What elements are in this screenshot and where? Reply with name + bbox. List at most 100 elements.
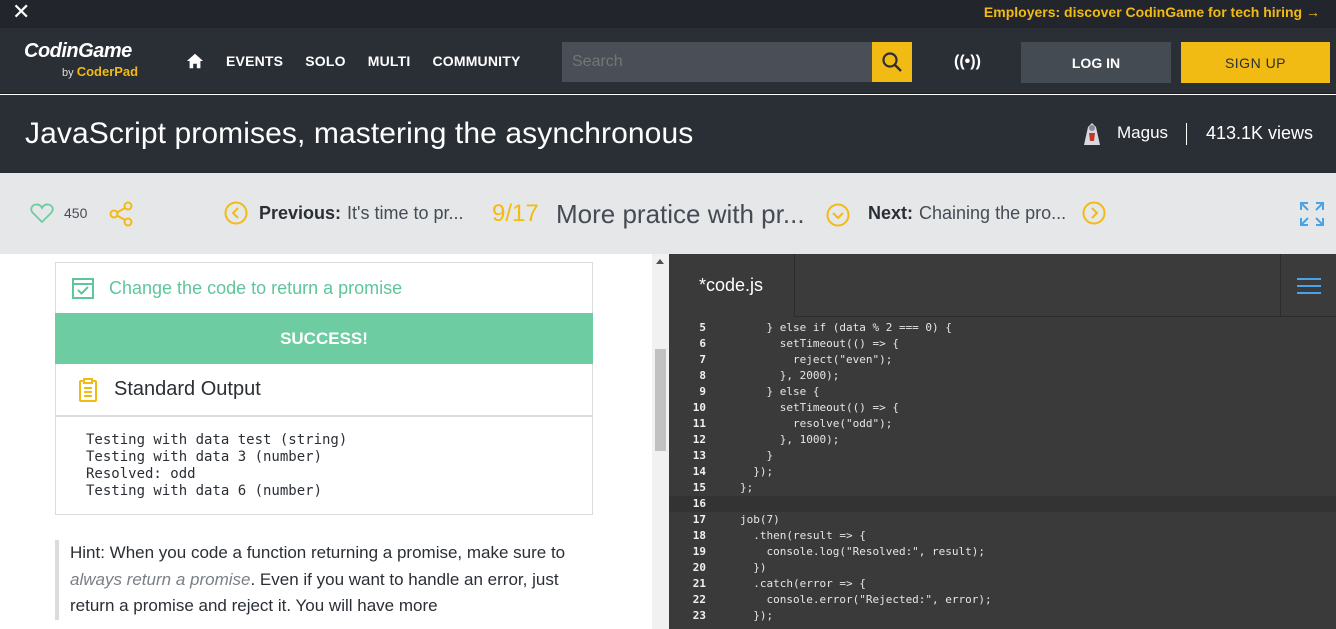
live-broadcast-icon[interactable]: ((•)) (954, 53, 981, 71)
search-input[interactable] (562, 42, 872, 82)
line-code: }); (740, 465, 774, 478)
line-code: console.log("Resolved:", result); (740, 545, 986, 558)
like-count: 450 (64, 205, 88, 221)
search-icon (882, 52, 902, 72)
code-editor[interactable]: *code.js 5 } else if (data % 2 === 0) {6… (669, 254, 1336, 629)
author[interactable]: Magus (1078, 119, 1168, 147)
next-prefix: Next: (868, 202, 914, 223)
next-label: Next: Chaining the pro... (868, 203, 1066, 224)
content-scrollbar[interactable] (652, 254, 669, 629)
search-button[interactable] (872, 42, 912, 82)
line-code: setTimeout(() => { (740, 401, 899, 414)
logo-sub-by: by (62, 67, 74, 79)
line-number: 21 (692, 577, 706, 590)
line-number: 5 (699, 321, 706, 334)
previous-label: Previous: It's time to pr... (259, 203, 464, 224)
line-number: 11 (692, 417, 706, 430)
nav-community[interactable]: COMMUNITY (432, 53, 520, 69)
code-line[interactable]: 22 console.error("Rejected:", error); (669, 592, 1336, 608)
line-code: .then(result => { (740, 529, 866, 542)
logo-main: CodinGame (24, 40, 132, 62)
nav-multi[interactable]: MULTI (368, 53, 411, 69)
line-code: }, 2000); (740, 369, 840, 382)
code-line[interactable]: 21 .catch(error => { (669, 576, 1336, 592)
scroll-up-icon[interactable] (656, 259, 664, 264)
code-line[interactable]: 23 }); (669, 608, 1336, 624)
code-lines[interactable]: 5 } else if (data % 2 === 0) {6 setTimeo… (669, 320, 1336, 624)
fullscreen-icon[interactable] (1298, 200, 1326, 228)
line-number: 16 (692, 497, 706, 510)
code-line[interactable]: 17 job(7) (669, 512, 1336, 528)
line-number: 19 (692, 545, 706, 558)
next-lesson-link[interactable]: Next: Chaining the pro... (868, 201, 1106, 225)
code-line[interactable]: 19 console.log("Resolved:", result); (669, 544, 1336, 560)
nav-solo[interactable]: SOLO (305, 53, 345, 69)
employers-link[interactable]: Employers: discover CodinGame for tech h… (984, 4, 1320, 20)
standard-output-header: Standard Output (55, 364, 593, 416)
task-item: Change the code to return a promise (55, 262, 593, 313)
previous-lesson-link[interactable]: Previous: It's time to pr... (224, 201, 464, 225)
line-code: resolve("odd"); (740, 417, 893, 430)
success-banner: SUCCESS! (55, 313, 593, 364)
logo-sub-brand: CoderPad (76, 64, 139, 79)
tab-code-js[interactable]: *code.js (669, 254, 795, 317)
lesson-counter: 9/17 (492, 200, 539, 227)
line-number: 8 (699, 369, 706, 382)
codingame-logo[interactable]: CodinGame by CoderPad (24, 40, 138, 79)
code-line[interactable]: 20 }) (669, 560, 1336, 576)
line-code: }, 1000); (740, 433, 840, 446)
home-icon[interactable] (186, 52, 204, 70)
line-number: 22 (692, 593, 706, 606)
code-line[interactable]: 10 setTimeout(() => { (669, 400, 1336, 416)
logo-sub: by CoderPad (62, 64, 138, 79)
line-code: }; (740, 481, 754, 494)
playground-title-bar: JavaScript promises, mastering the async… (0, 95, 1336, 173)
code-line[interactable]: 12 }, 1000); (669, 432, 1336, 448)
nav-events[interactable]: EVENTS (226, 53, 283, 69)
line-number: 7 (699, 353, 706, 366)
main-nav: EVENTS SOLO MULTI COMMUNITY (186, 52, 521, 70)
promo-bar: ✕ Employers: discover CodinGame for tech… (0, 0, 1336, 28)
line-code: }); (740, 609, 774, 622)
line-code: } else if (data % 2 === 0) { (740, 321, 952, 334)
code-line[interactable]: 13 } (669, 448, 1336, 464)
code-line[interactable]: 9 } else { (669, 384, 1336, 400)
close-icon[interactable]: ✕ (12, 1, 30, 25)
previous-prefix: Previous: (259, 202, 342, 223)
line-number: 9 (699, 385, 706, 398)
code-line[interactable]: 5 } else if (data % 2 === 0) { (669, 320, 1336, 336)
checkbox-checked-icon (72, 278, 94, 299)
line-number: 17 (692, 513, 706, 526)
clipboard-icon (79, 377, 97, 402)
line-code: console.error("Rejected:", error); (740, 593, 992, 606)
code-line[interactable]: 11 resolve("odd"); (669, 416, 1336, 432)
code-line[interactable]: 16 (669, 496, 1336, 512)
code-line[interactable]: 14 }); (669, 464, 1336, 480)
view-count: 413.1K views (1206, 123, 1314, 143)
editor-menu-icon[interactable] (1280, 254, 1336, 317)
standard-output-title: Standard Output (114, 378, 261, 400)
current-lesson-title[interactable]: More pratice with pr... (556, 199, 805, 230)
code-line[interactable]: 6 setTimeout(() => { (669, 336, 1336, 352)
signup-button[interactable]: SIGN UP (1181, 42, 1330, 83)
line-code: .catch(error => { (740, 577, 866, 590)
line-number: 23 (692, 609, 706, 622)
code-line[interactable]: 15}; (669, 480, 1336, 496)
code-line[interactable]: 18 .then(result => { (669, 528, 1336, 544)
line-number: 18 (692, 529, 706, 542)
line-number: 10 (692, 401, 706, 414)
login-button[interactable]: LOG IN (1021, 42, 1171, 83)
share-icon[interactable] (108, 201, 134, 227)
line-code: setTimeout(() => { (740, 337, 899, 350)
task-text: Change the code to return a promise (109, 277, 403, 298)
scrollbar-thumb[interactable] (655, 349, 666, 451)
hint-emphasis: always return a promise (70, 569, 251, 589)
line-number: 14 (692, 465, 706, 478)
chevron-down-icon[interactable] (826, 203, 850, 227)
code-line[interactable]: 8 }, 2000); (669, 368, 1336, 384)
code-line[interactable]: 7 reject("even"); (669, 352, 1336, 368)
line-code: } (740, 449, 774, 462)
like-button[interactable]: 450 (30, 202, 87, 224)
line-number: 15 (692, 481, 706, 494)
